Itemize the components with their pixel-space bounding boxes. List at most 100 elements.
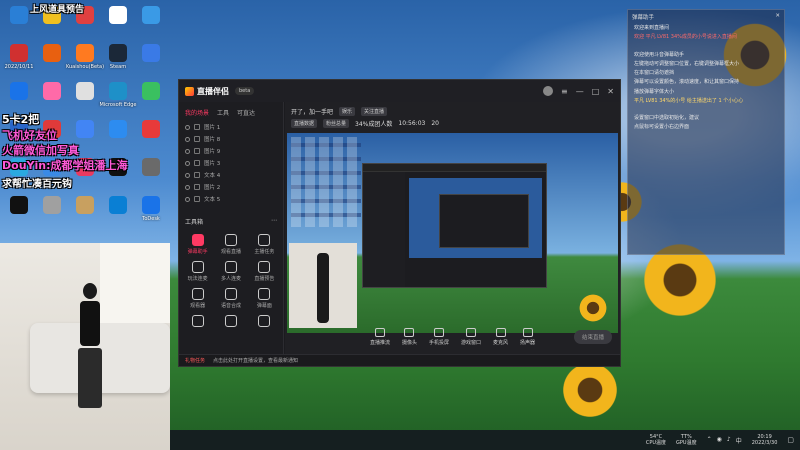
tab-my-scenes[interactable]: 我的场景 [185,108,209,117]
desktop-icon[interactable]: Kuaishou(Beta) [66,44,104,74]
desktop-icon[interactable] [136,6,166,36]
preview-sunflower [578,293,608,323]
desktop-icon[interactable] [136,82,166,112]
source-button[interactable]: 摄像头 [402,328,417,346]
source-button[interactable]: 直播推流 [370,328,390,346]
stat-item[interactable]: 直播数据 [291,118,318,128]
clock[interactable]: 20:19 2022/3/30 [752,434,778,446]
window-controls: ≡ — □ ✕ [543,86,614,96]
cpu-temp-label: CPU温度 [645,440,667,446]
desktop-icon[interactable] [37,196,67,226]
source-icon [194,148,200,154]
tab-tools[interactable]: 工具 [217,108,229,117]
tool-item[interactable] [183,315,212,329]
avatar[interactable] [543,86,554,96]
danmaku-text: 在本窗口请勿遮挡 [634,70,675,76]
desktop-icon[interactable] [37,44,67,74]
tool-item[interactable]: 弹幕面 [250,288,279,309]
system-tray: ⌃ ◉ ♪ 中 [707,436,742,445]
main-panel: 开了，加一手吧 娱乐 关注直播 直播数据 粉丝总量 34%成团人数 10:56:03 2… [285,102,620,354]
desktop-icon[interactable] [136,158,166,188]
source-button[interactable]: 扬声器 [520,328,535,346]
visibility-icon[interactable] [185,148,190,154]
visibility-icon[interactable] [185,184,190,190]
source-icon [194,196,200,202]
volume-icon[interactable]: ♪ [727,436,731,445]
scene-item[interactable]: 图片 3 [179,157,283,169]
danmaku-line: 弹幕可以设置颜色，滚动速度，和让其窗口保持 [628,78,784,87]
desktop-icon[interactable] [103,196,133,226]
visibility-icon[interactable] [185,196,190,202]
tool-item[interactable]: 语音合成 [216,288,245,309]
category-tag[interactable]: 娱乐 [339,106,356,116]
end-live-button[interactable]: 结束直播 [573,330,612,344]
scene-item[interactable]: 文本 5 [179,193,283,205]
desktop-icon-label: Steam [109,64,127,70]
scene-item[interactable]: 图片 8 [179,133,283,145]
maximize-icon[interactable]: □ [592,87,600,96]
app-icon [43,44,61,62]
tool-item[interactable] [216,315,245,329]
tab-direct[interactable]: 可直达 [237,108,255,117]
tool-item[interactable]: 观看直播 [216,234,245,255]
desktop-icon[interactable] [136,120,166,150]
room-button[interactable]: 关注直播 [361,106,388,116]
desktop-icon[interactable] [70,196,100,226]
scene-item[interactable]: 图片 2 [179,181,283,193]
visibility-icon[interactable] [185,160,190,166]
tool-label: 多人连麦 [220,276,241,282]
tool-item[interactable]: 主播任务 [250,234,279,255]
visibility-icon[interactable] [185,172,190,178]
tool-item[interactable] [250,315,279,329]
desktop-icon[interactable]: ToDesk [136,196,166,226]
stat-item[interactable]: 粉丝总量 [323,118,350,128]
close-icon[interactable]: ✕ [775,13,780,21]
network-icon[interactable]: ◉ [717,436,722,445]
desktop-icon[interactable] [37,82,67,112]
danmaku-line: 播放弹幕字体大小 [628,88,784,97]
desktop-icon[interactable] [4,196,34,226]
close-icon[interactable]: ✕ [607,87,614,96]
desktop-icon[interactable]: 2022/10/11 [4,44,34,74]
desktop-icon[interactable]: Microsoft Edge [100,82,136,112]
desktop-icon[interactable] [103,6,133,36]
tool-item[interactable]: 多人连麦 [216,261,245,282]
app-icon [10,6,28,24]
desktop-icon[interactable]: Steam [103,44,133,74]
danmaku-text: 左键拖动可调整窗口位置，右键调整弹幕框大小 [634,60,740,67]
stream-title[interactable]: 开了，加一手吧 [291,107,333,116]
tool-label: 观看直播 [220,249,241,255]
scene-item[interactable]: 文本 4 [179,169,283,181]
danmaku-text: 欢迎使用斗音弹幕助手 [634,51,685,58]
app-icon [109,196,127,214]
danmaku-line: 在本窗口请勿遮挡 [628,69,784,78]
source-button[interactable]: 游戏窗口 [461,328,481,346]
tool-item[interactable]: 弹幕助手 [183,234,212,255]
overlay-line: 飞机好友位 [2,129,57,142]
status-prefix[interactable]: 礼物任务 [185,357,205,364]
ime-icon[interactable]: 中 [736,436,742,445]
scene-item[interactable]: 图片 9 [179,145,283,157]
app-logo: 直播伴侣 [185,86,229,97]
tool-icon [191,288,204,300]
visibility-icon[interactable] [185,124,190,130]
desktop-icon[interactable] [70,82,100,112]
danmaku-line: 点鼠标可设置小右边界面 [628,123,784,132]
desktop-icon[interactable] [136,44,166,74]
chevron-up-icon[interactable]: ⌃ [707,436,712,445]
more-icon[interactable]: ⋯ [271,217,277,226]
menu-icon[interactable]: ≡ [561,87,568,96]
notification-icon[interactable]: ▢ [787,436,794,444]
source-button[interactable]: 手机投屏 [429,328,449,346]
visibility-icon[interactable] [185,136,190,142]
app-icon [142,44,160,62]
minimize-icon[interactable]: — [576,87,584,96]
desktop-icon[interactable] [4,82,34,112]
scene-item[interactable]: 图片 1 [179,121,283,133]
source-button[interactable]: 麦克风 [493,328,508,346]
tool-item[interactable]: 玩法连麦 [183,261,212,282]
tool-item[interactable]: 直播预告 [250,261,279,282]
tool-label: 弹幕助手 [187,249,208,255]
tool-item[interactable]: 观看器 [183,288,212,309]
desktop-icon[interactable] [103,120,133,150]
